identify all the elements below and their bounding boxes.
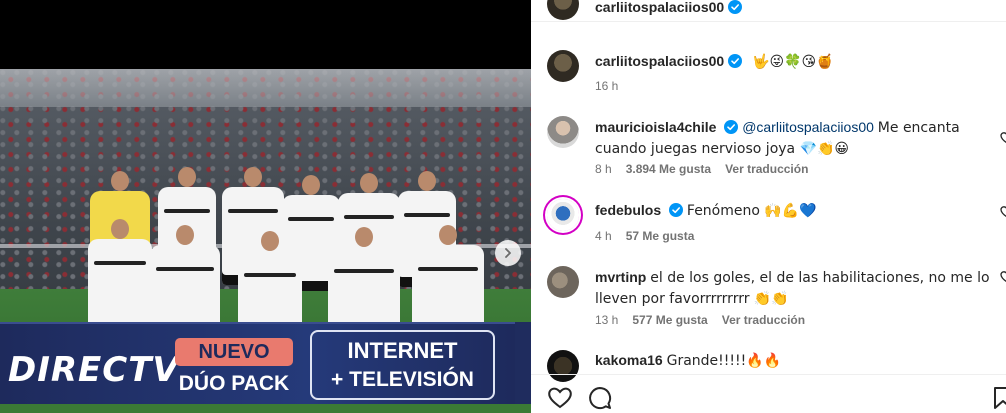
heart-icon[interactable] xyxy=(1000,131,1006,145)
ad-internet-text: INTERNET xyxy=(347,338,458,363)
comment-avatar[interactable] xyxy=(547,116,579,148)
advertising-board: DIRECTV NUEVO DÚO PACK INTERNET + TELEVI… xyxy=(0,322,531,404)
comment-username[interactable]: mauricioisla4chile xyxy=(595,119,716,135)
translate-button[interactable]: Ver traducción xyxy=(725,162,808,176)
verified-badge-icon xyxy=(669,203,684,217)
post-header: carliitospalaciios00 xyxy=(531,0,1006,22)
caption-meta: 16 h xyxy=(595,79,618,93)
post-actions xyxy=(531,374,1006,413)
verified-badge-icon xyxy=(724,120,739,134)
comment-body: kakoma16 Grande!!!!!🔥🔥 xyxy=(595,350,995,371)
comment-username[interactable]: fedebulos xyxy=(595,202,661,218)
pitch-edge xyxy=(0,404,531,413)
comment-time[interactable]: 13 h xyxy=(595,313,618,327)
header-username-text[interactable]: carliitospalaciios00 xyxy=(595,0,724,15)
carousel-next-button[interactable] xyxy=(495,240,521,266)
comment-icon[interactable] xyxy=(587,385,613,411)
caption-username[interactable]: carliitospalaciios00 🤟😜🍀😘🍯 xyxy=(595,53,834,70)
comment-text: el de los goles, el de las habilitacione… xyxy=(595,270,990,307)
stadium-roof xyxy=(0,69,531,107)
comment-avatar[interactable] xyxy=(547,266,579,298)
comment-text: Grande!!!!!🔥🔥 xyxy=(666,353,782,369)
comment-likes[interactable]: 57 Me gusta xyxy=(626,229,695,243)
comment-mention[interactable]: @carliitospalaciios00 xyxy=(742,119,874,135)
comment-meta: 4 h 57 Me gusta xyxy=(595,229,694,243)
comment-meta: 8 h 3.894 Me gusta Ver traducción xyxy=(595,162,808,176)
comment-likes[interactable]: 577 Me gusta xyxy=(632,313,707,327)
comment-avatar[interactable] xyxy=(547,199,579,231)
comment-text: Fenómeno 🙌💪💙 xyxy=(686,203,817,219)
ad-brand-text: DIRECTV xyxy=(8,350,180,390)
caption-time[interactable]: 16 h xyxy=(595,79,618,93)
ad-board-panel: DIRECTV NUEVO DÚO PACK INTERNET + TELEVI… xyxy=(0,322,515,404)
header-username[interactable]: carliitospalaciios00 xyxy=(595,0,743,15)
chevron-right-icon xyxy=(505,248,511,258)
verified-badge-icon xyxy=(728,0,743,14)
comment-body: mvrtinp el de los goles, el de las habil… xyxy=(595,267,995,309)
translate-button[interactable]: Ver traducción xyxy=(722,313,805,327)
ad-nuevo-text: NUEVO xyxy=(175,338,293,366)
ad-box: INTERNET + TELEVISIÓN xyxy=(310,330,495,400)
verified-badge-icon xyxy=(728,54,743,68)
caption-avatar[interactable] xyxy=(547,50,579,82)
comment-username[interactable]: kakoma16 xyxy=(595,352,663,368)
comment-body: mauricioisla4chile @carliitospalaciios00… xyxy=(595,117,995,159)
heart-icon[interactable] xyxy=(1000,205,1006,219)
bookmark-icon[interactable] xyxy=(990,385,1006,411)
comment-body: fedebulos Fenómeno 🙌💪💙 xyxy=(595,200,995,221)
post-media: DIRECTV NUEVO DÚO PACK INTERNET + TELEVI… xyxy=(0,0,531,413)
avatar[interactable] xyxy=(547,0,579,20)
comment-username[interactable]: mvrtinp xyxy=(595,269,646,285)
caption-text: 🤟😜🍀😘🍯 xyxy=(752,54,834,70)
comment-time[interactable]: 8 h xyxy=(595,162,612,176)
comment-time[interactable]: 4 h xyxy=(595,229,612,243)
comment-meta: 13 h 577 Me gusta Ver traducción xyxy=(595,313,805,327)
ad-tv-text: + TELEVISIÓN xyxy=(331,368,474,391)
heart-icon[interactable] xyxy=(1000,270,1006,284)
heart-icon[interactable] xyxy=(547,385,573,411)
comments-panel: carliitospalaciios00 carliitospalaciios0… xyxy=(531,0,1006,413)
comment-likes[interactable]: 3.894 Me gusta xyxy=(626,162,711,176)
caption-username-text[interactable]: carliitospalaciios00 xyxy=(595,53,724,69)
ad-duo-text: DÚO PACK xyxy=(178,372,290,395)
